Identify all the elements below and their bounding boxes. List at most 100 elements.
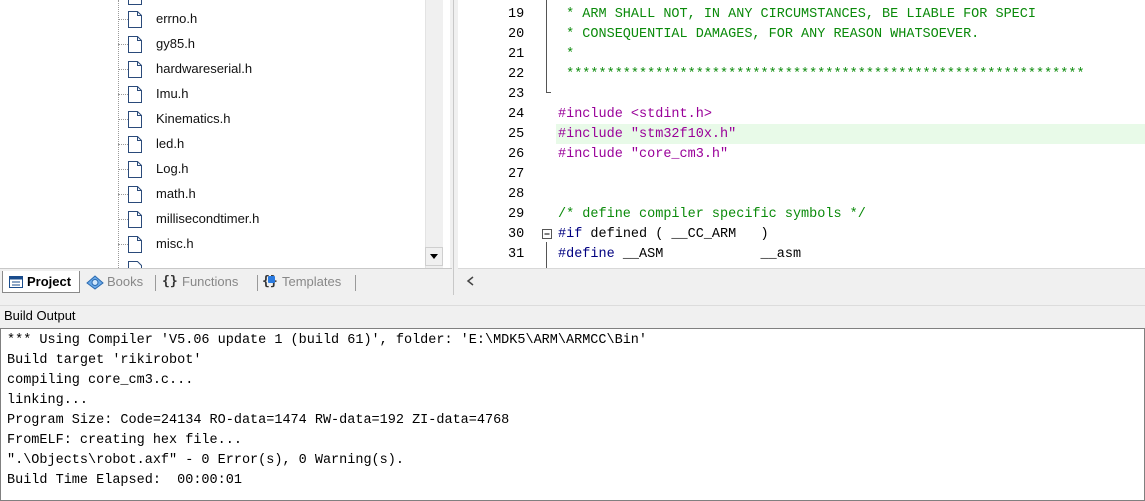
code-line[interactable]: 19 * ARM SHALL NOT, IN ANY CIRCUMSTANCES… xyxy=(458,4,1145,24)
line-number: 26 xyxy=(508,147,525,162)
tab-label: Books xyxy=(107,274,144,289)
tree-vertical-scrollbar[interactable] xyxy=(425,0,443,268)
fold-collapse-icon[interactable] xyxy=(541,224,553,244)
file-icon xyxy=(128,211,142,228)
tree-file-label: misc.h xyxy=(156,236,194,251)
editor-horizontal-scrollbar[interactable] xyxy=(458,268,1145,293)
build-output-panel[interactable]: *** Using Compiler 'V5.06 update 1 (buil… xyxy=(0,328,1145,501)
code-line[interactable]: 31 #define __ASM __asm xyxy=(458,244,1145,264)
tree-file-label: errno.h xyxy=(156,11,198,26)
tree-file-item[interactable]: Log.h xyxy=(0,157,430,182)
code-text: #include "stm32f10x.h" xyxy=(558,127,737,142)
tree-file-label: millisecondtimer.h xyxy=(156,211,260,226)
tab-books[interactable]: Books xyxy=(86,271,152,293)
file-icon xyxy=(128,136,142,153)
code-line[interactable]: 25 #include "stm32f10x.h" xyxy=(458,124,1145,144)
file-icon xyxy=(128,261,142,268)
file-icon xyxy=(128,36,142,53)
tab-label: Templates xyxy=(282,274,342,289)
file-icon xyxy=(128,11,142,28)
tab-label: Functions xyxy=(182,274,239,289)
line-number: 29 xyxy=(508,207,525,222)
tree-file-item[interactable]: math.h xyxy=(0,182,430,207)
code-line[interactable]: 24 #include <stdint.h> xyxy=(458,104,1145,124)
code-text: #include <stdint.h> xyxy=(558,107,712,122)
line-number: 19 xyxy=(508,7,525,22)
tab-functions[interactable]: {} Functions xyxy=(162,271,254,293)
line-number: 24 xyxy=(508,107,525,122)
code-line[interactable]: 26 #include "core_cm3.h" xyxy=(458,144,1145,164)
build-output-line: compiling core_cm3.c... xyxy=(7,373,194,388)
scroll-down-arrow[interactable] xyxy=(425,247,443,266)
code-line[interactable]: 21 * xyxy=(458,44,1145,64)
file-icon xyxy=(128,161,142,178)
tree-file-item[interactable]: led.h xyxy=(0,132,430,157)
line-number: 25 xyxy=(508,127,525,142)
tab-project[interactable]: Project xyxy=(2,271,80,293)
code-text: * xyxy=(558,47,575,62)
code-line[interactable]: 27 xyxy=(458,164,1145,184)
tree-file-item[interactable]: misc.h xyxy=(0,232,430,257)
tree-file-label: Kinematics.h xyxy=(156,111,231,126)
build-output-line: Build target 'rikirobot' xyxy=(7,353,202,368)
chevron-left-icon xyxy=(466,276,474,286)
code-line[interactable]: 20 * CONSEQUENTIAL DAMAGES, FOR ANY REAS… xyxy=(458,24,1145,44)
functions-icon: {} xyxy=(162,274,178,289)
project-icon xyxy=(9,276,23,288)
code-text: #define __ASM __asm xyxy=(558,247,802,262)
build-output-line: *** Using Compiler 'V5.06 update 1 (buil… xyxy=(7,333,648,348)
line-number: 20 xyxy=(508,27,525,42)
scroll-left-arrow[interactable] xyxy=(462,272,480,290)
templates-icon: {} xyxy=(262,271,278,293)
chevron-down-icon xyxy=(430,254,438,259)
build-output-line: linking... xyxy=(7,393,89,408)
line-number: 28 xyxy=(508,187,525,202)
file-icon xyxy=(128,236,142,253)
line-number: 21 xyxy=(508,47,525,62)
file-icon xyxy=(128,186,142,203)
code-text: #include "core_cm3.h" xyxy=(558,147,729,162)
line-number: 27 xyxy=(508,167,525,182)
file-icon xyxy=(128,111,142,128)
code-text: /* define compiler specific symbols */ xyxy=(558,207,866,222)
tree-file-label: Log.h xyxy=(156,161,189,176)
tree-file-item[interactable] xyxy=(0,257,430,268)
tab-templates[interactable]: {} Templates xyxy=(262,271,352,293)
build-output-line: FromELF: creating hex file... xyxy=(7,433,242,448)
tree-file-label: Imu.h xyxy=(156,86,189,101)
tree-file-item[interactable]: millisecondtimer.h xyxy=(0,207,430,232)
tree-file-label: math.h xyxy=(156,186,196,201)
code-text: * ARM SHALL NOT, IN ANY CIRCUMSTANCES, B… xyxy=(558,7,1036,22)
code-text: #if defined ( __CC_ARM ) xyxy=(558,227,769,242)
code-line[interactable]: 30 #if defined ( __CC_ARM ) xyxy=(458,224,1145,244)
build-output-line: Build Time Elapsed: 00:00:01 xyxy=(7,473,242,488)
tree-file-item[interactable]: gy85.h xyxy=(0,32,430,57)
line-number: 22 xyxy=(508,67,525,82)
build-output-line: Program Size: Code=24134 RO-data=1474 RW… xyxy=(7,413,510,428)
line-number: 31 xyxy=(508,247,525,262)
code-editor[interactable]: 19 * ARM SHALL NOT, IN ANY CIRCUMSTANCES… xyxy=(458,0,1145,268)
code-line[interactable]: 23 xyxy=(458,84,1145,104)
code-line[interactable]: 28 xyxy=(458,184,1145,204)
tree-file-item[interactable]: Kinematics.h xyxy=(0,107,430,132)
tab-label: Project xyxy=(27,274,72,289)
tree-file-label: gy85.h xyxy=(156,36,196,51)
line-number: 23 xyxy=(508,87,525,102)
project-tree-panel: errno.h gy85.h hardwareserial.h Imu.h Ki… xyxy=(0,0,450,268)
code-text: * CONSEQUENTIAL DAMAGES, FOR ANY REASON … xyxy=(558,27,980,42)
tree-file-item[interactable]: hardwareserial.h xyxy=(0,57,430,82)
file-icon xyxy=(128,86,142,103)
file-icon xyxy=(128,61,142,78)
line-number: 30 xyxy=(508,227,525,242)
tree-file-item[interactable]: Imu.h xyxy=(0,82,430,107)
code-text: ****************************************… xyxy=(558,67,1085,82)
books-icon xyxy=(86,275,104,290)
code-line[interactable]: 22 *************************************… xyxy=(458,64,1145,84)
build-output-title: Build Output xyxy=(0,305,1145,327)
tree-file-item[interactable]: errno.h xyxy=(0,7,430,32)
code-line[interactable]: 29 /* define compiler specific symbols */ xyxy=(458,204,1145,224)
tree-file-label: led.h xyxy=(156,136,185,151)
tree-file-label: hardwareserial.h xyxy=(156,61,253,76)
panel-tabs: Project Books {} Functions {} Templates xyxy=(0,268,452,295)
build-output-line: ".\Objects\robot.axf" - 0 Error(s), 0 Wa… xyxy=(7,453,404,468)
